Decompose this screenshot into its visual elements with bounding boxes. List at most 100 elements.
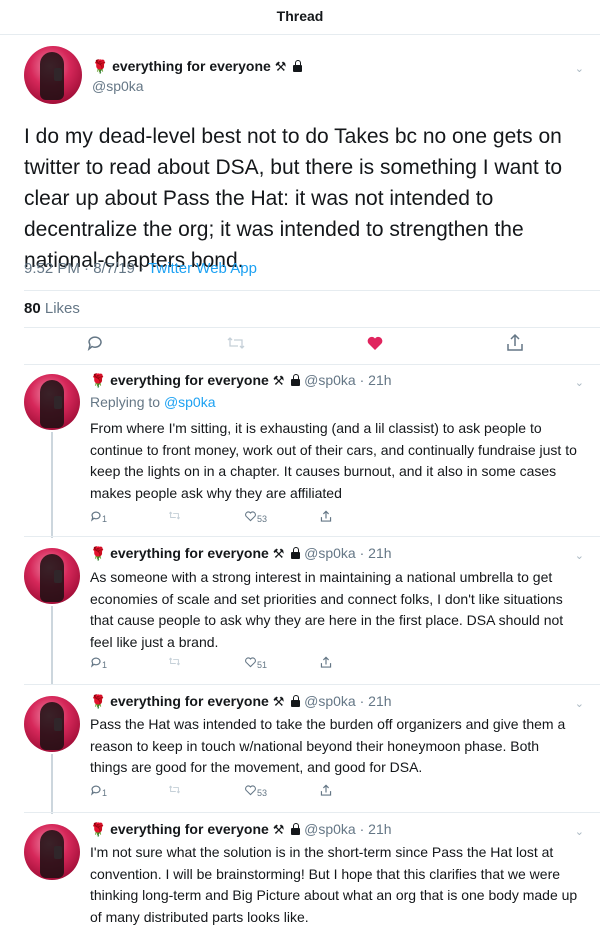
tweet-text: I do my dead-level best not to do Takes … [24, 125, 563, 272]
hammer-pick-icon: ⚒ [272, 822, 285, 837]
replying-to-link[interactable]: @sp0ka [164, 394, 216, 410]
retweet-icon[interactable] [226, 335, 246, 351]
thread-line [51, 432, 53, 538]
avatar[interactable] [24, 46, 82, 104]
rose-icon: 🌹 [90, 694, 107, 709]
like-button[interactable]: 53 [244, 784, 267, 798]
author-handle[interactable]: @sp0ka · 21h [304, 693, 391, 709]
tweet-source-link[interactable]: Twitter Web App [148, 260, 257, 277]
reply-count: 1 [102, 788, 108, 798]
share-icon[interactable] [506, 333, 524, 353]
tweet-actions: 1 51 [90, 656, 390, 676]
reply-count: 1 [102, 514, 108, 524]
tweet-text: As someone with a strong interest in mai… [90, 569, 564, 650]
hammer-pick-icon: ⚒ [272, 694, 285, 709]
author-handle[interactable]: @sp0ka [92, 78, 144, 94]
share-icon [320, 784, 332, 796]
retweet-button[interactable] [168, 510, 181, 523]
display-name[interactable]: everything for everyone [112, 58, 271, 74]
retweet-icon [168, 511, 181, 520]
divider [24, 536, 600, 537]
reply-button[interactable]: 1 [90, 784, 107, 798]
divider [24, 684, 600, 685]
display-name[interactable]: everything for everyone [110, 372, 269, 388]
retweet-button[interactable] [168, 656, 181, 669]
hammer-pick-icon: ⚒ [274, 59, 287, 74]
divider [24, 812, 600, 813]
reply-button[interactable]: 1 [90, 510, 107, 524]
like-button[interactable]: 51 [244, 656, 267, 670]
reply-icon [90, 657, 101, 668]
reply-icon[interactable] [86, 334, 104, 352]
rose-icon: 🌹 [90, 373, 107, 388]
tweet-actions: 1 53 [90, 510, 390, 530]
heart-icon [245, 511, 256, 522]
likes-number: 80 [24, 300, 41, 317]
thread-line [51, 754, 53, 814]
likes-count[interactable]: 80 Likes [24, 300, 80, 317]
author-handle[interactable]: @sp0ka · 21h [304, 545, 391, 561]
reply-icon [90, 511, 101, 522]
avatar[interactable] [24, 824, 80, 880]
chevron-down-icon[interactable]: ⌄ [575, 549, 584, 562]
author-row[interactable]: 🌹 everything for everyone ⚒ @sp0ka · 21h [90, 821, 392, 838]
divider [24, 364, 600, 365]
avatar[interactable] [24, 374, 80, 430]
author-row[interactable]: 🌹 everything for everyone ⚒ @sp0ka · 21h [90, 545, 392, 562]
hammer-pick-icon: ⚒ [272, 373, 285, 388]
share-icon [320, 656, 332, 668]
heart-icon [245, 657, 256, 668]
display-name[interactable]: everything for everyone [110, 821, 269, 837]
retweet-icon [168, 785, 181, 794]
author-handle[interactable]: @sp0ka · 21h [304, 821, 391, 837]
heart-icon-liked[interactable] [366, 334, 384, 352]
tweet-text: Pass the Hat was intended to take the bu… [90, 716, 566, 775]
display-name[interactable]: everything for everyone [110, 545, 269, 561]
tweet-meta: 9:52 PM · 8/7/19 · Twitter Web App [24, 260, 257, 277]
lock-icon [291, 823, 301, 835]
lock-icon [291, 695, 301, 707]
chevron-down-icon[interactable]: ⌄ [575, 697, 584, 710]
likes-label: Likes [44, 300, 80, 317]
lock-icon [293, 60, 303, 72]
rose-icon: 🌹 [90, 546, 107, 561]
rose-icon: 🌹 [90, 822, 107, 837]
chevron-down-icon[interactable]: ⌄ [575, 62, 584, 75]
share-icon [320, 510, 332, 522]
author-row[interactable]: 🌹 everything for everyone ⚒ @sp0ka · 21h [90, 693, 392, 710]
divider [24, 327, 600, 328]
chevron-down-icon[interactable]: ⌄ [575, 376, 584, 389]
like-button[interactable]: 53 [244, 510, 267, 524]
avatar-phone [54, 718, 62, 731]
thread-line [51, 606, 53, 684]
avatar[interactable] [24, 696, 80, 752]
reply-count: 1 [102, 660, 108, 670]
thread-header: Thread [0, 0, 600, 35]
display-name[interactable]: everything for everyone [110, 693, 269, 709]
rose-icon: 🌹 [92, 59, 109, 74]
share-button[interactable] [320, 784, 332, 799]
hammer-pick-icon: ⚒ [272, 546, 285, 561]
heart-icon [245, 785, 256, 796]
like-count: 51 [257, 660, 268, 670]
retweet-icon [168, 657, 181, 666]
tweet-actions: 1 53 [90, 784, 390, 804]
like-count: 53 [257, 788, 268, 798]
author-handle[interactable]: @sp0ka · 21h [304, 372, 391, 388]
tweet-time[interactable]: 9:52 PM · 8/7/19 · [24, 260, 148, 277]
avatar-phone [54, 846, 62, 859]
reply-button[interactable]: 1 [90, 656, 107, 670]
reply-icon [90, 785, 101, 796]
avatar-phone [54, 396, 62, 409]
lock-icon [291, 374, 301, 386]
author-row[interactable]: 🌹 everything for everyone ⚒ @sp0ka · 21h [90, 372, 392, 389]
share-button[interactable] [320, 656, 332, 671]
author-row[interactable]: 🌹 everything for everyone ⚒ [92, 58, 303, 75]
avatar[interactable] [24, 548, 80, 604]
avatar-phone [54, 570, 62, 583]
avatar-phone [54, 68, 62, 81]
page-title: Thread [276, 8, 324, 24]
share-button[interactable] [320, 510, 332, 525]
retweet-button[interactable] [168, 784, 181, 797]
chevron-down-icon[interactable]: ⌄ [575, 825, 584, 838]
